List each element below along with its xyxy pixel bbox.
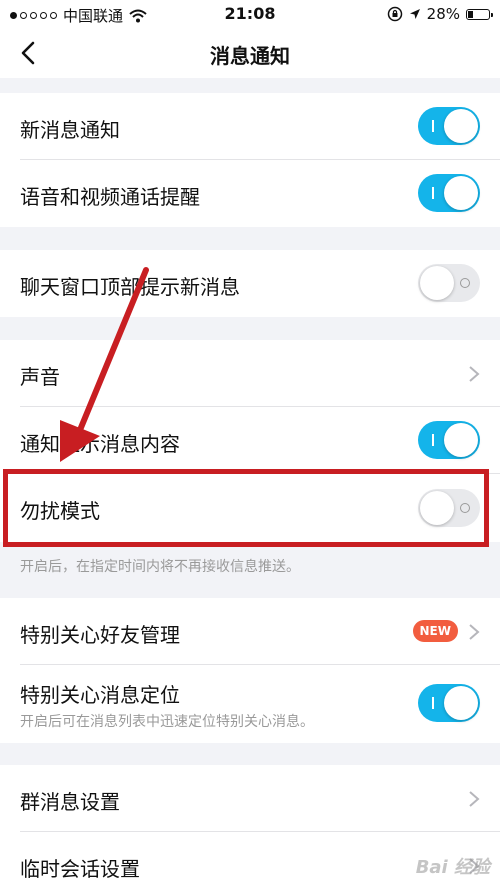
chevron-right-icon <box>469 624 480 640</box>
row-show-content: 通知显示消息内容 <box>0 407 500 474</box>
row-special-friends[interactable]: 特别关心好友管理 NEW <box>0 598 500 665</box>
watermark: Bai 经验 <box>415 857 490 878</box>
row-label: 特别关心好友管理 <box>20 623 180 647</box>
new-message-toggle[interactable] <box>418 107 480 145</box>
row-sound[interactable]: 声音 <box>0 340 500 407</box>
row-label: 特别关心消息定位 <box>20 683 180 707</box>
row-label: 声音 <box>20 365 60 389</box>
voice-video-toggle[interactable] <box>418 174 480 212</box>
chat-top-toggle[interactable] <box>418 264 480 302</box>
row-label: 群消息设置 <box>20 790 120 814</box>
chevron-right-icon <box>469 366 480 382</box>
chevron-right-icon <box>469 791 480 807</box>
row-chat-top: 聊天窗口顶部提示新消息 <box>0 250 500 317</box>
battery-percent: 28% <box>426 5 460 23</box>
row-label: 新消息通知 <box>20 118 120 142</box>
new-badge: NEW <box>412 620 458 642</box>
dnd-note: 开启后，在指定时间内将不再接收信息推送。 <box>20 559 300 575</box>
row-label: 聊天窗口顶部提示新消息 <box>20 275 240 299</box>
row-label: 通知显示消息内容 <box>20 432 180 456</box>
row-voice-video: 语音和视频通话提醒 <box>0 160 500 227</box>
row-group-settings[interactable]: 群消息设置 <box>0 765 500 832</box>
row-label: 临时会话设置 <box>20 857 140 881</box>
highlight-box <box>3 469 489 547</box>
navigation-bar: 消息通知 <box>0 28 500 78</box>
battery-icon <box>466 8 493 20</box>
row-label: 语音和视频通话提醒 <box>20 185 200 209</box>
show-content-toggle[interactable] <box>418 421 480 459</box>
orientation-lock-icon <box>387 6 402 22</box>
row-sublabel: 开启后可在消息列表中迅速定位特别关心消息。 <box>20 714 314 730</box>
special-locate-toggle[interactable] <box>418 684 480 722</box>
location-icon <box>409 9 420 19</box>
status-bar: 中国联通 21:08 28% <box>0 0 500 28</box>
status-right: 28% <box>387 5 493 23</box>
row-special-locate: 特别关心消息定位 开启后可在消息列表中迅速定位特别关心消息。 <box>0 665 500 743</box>
page-title: 消息通知 <box>210 44 290 68</box>
row-new-message: 新消息通知 <box>0 93 500 160</box>
